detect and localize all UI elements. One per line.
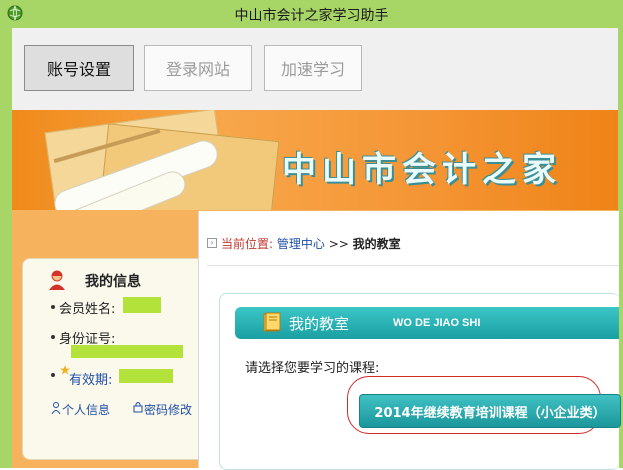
validity-label: 有效期: <box>69 373 113 388</box>
member-name-label: 会员姓名: <box>59 302 116 317</box>
breadcrumb-separator: >> <box>328 237 349 251</box>
bullet-icon <box>51 335 55 339</box>
breadcrumb: 当前位置: 管理中心 >> 我的教室 <box>221 235 401 252</box>
classroom-subtitle: WO DE JIAO SHI <box>393 317 481 329</box>
site-banner: 中山市会计之家 <box>12 110 618 210</box>
id-number-value-redacted <box>71 345 183 358</box>
member-name-value-redacted <box>123 297 161 313</box>
breadcrumb-link-management[interactable]: 管理中心 <box>277 237 325 251</box>
main-content: › 当前位置: 管理中心 >> 我的教室 我的教室 WO DE JIAO SHI… <box>198 211 621 470</box>
login-website-button[interactable]: 登录网站 <box>144 45 252 91</box>
bullet-icon <box>51 373 55 377</box>
window-titlebar: 中山市会计之家学习助手 <box>0 0 623 29</box>
my-info-title: 我的信息 <box>85 274 141 290</box>
banner-title: 中山市会计之家 <box>282 150 562 190</box>
classroom-title: 我的教室 <box>289 315 350 333</box>
change-password-link[interactable]: 密码修改 <box>144 401 192 418</box>
account-settings-button[interactable]: 账号设置 <box>24 45 134 91</box>
divider <box>207 265 619 266</box>
course-button-2014-small-enterprise[interactable]: 2014年继续教育培训课程（小企业类） <box>359 394 621 428</box>
breadcrumb-arrow-icon: › <box>207 238 217 248</box>
personal-info-link[interactable]: 个人信息 <box>62 401 110 418</box>
course-select-prompt: 请选择您要学习的课程: <box>245 361 380 376</box>
window-frame-left <box>0 28 12 468</box>
breadcrumb-current: 我的教室 <box>352 237 401 251</box>
lock-icon <box>133 402 143 413</box>
bullet-icon <box>51 305 55 309</box>
window-title: 中山市会计之家学习助手 <box>234 8 389 24</box>
toolbar: 账号设置 登录网站 加速学习 <box>12 28 618 110</box>
classroom-header: 我的教室 WO DE JIAO SHI <box>235 307 619 339</box>
validity-value-redacted <box>119 369 173 383</box>
user-avatar-icon <box>49 270 65 290</box>
breadcrumb-prefix: 当前位置: <box>221 237 274 251</box>
my-info-panel: 我的信息 会员姓名: 身份证号: 有效期: 个人信息 密码修改 <box>22 258 210 460</box>
person-icon <box>51 402 61 414</box>
accelerate-learning-button[interactable]: 加速学习 <box>264 45 362 91</box>
book-icon <box>263 312 281 332</box>
